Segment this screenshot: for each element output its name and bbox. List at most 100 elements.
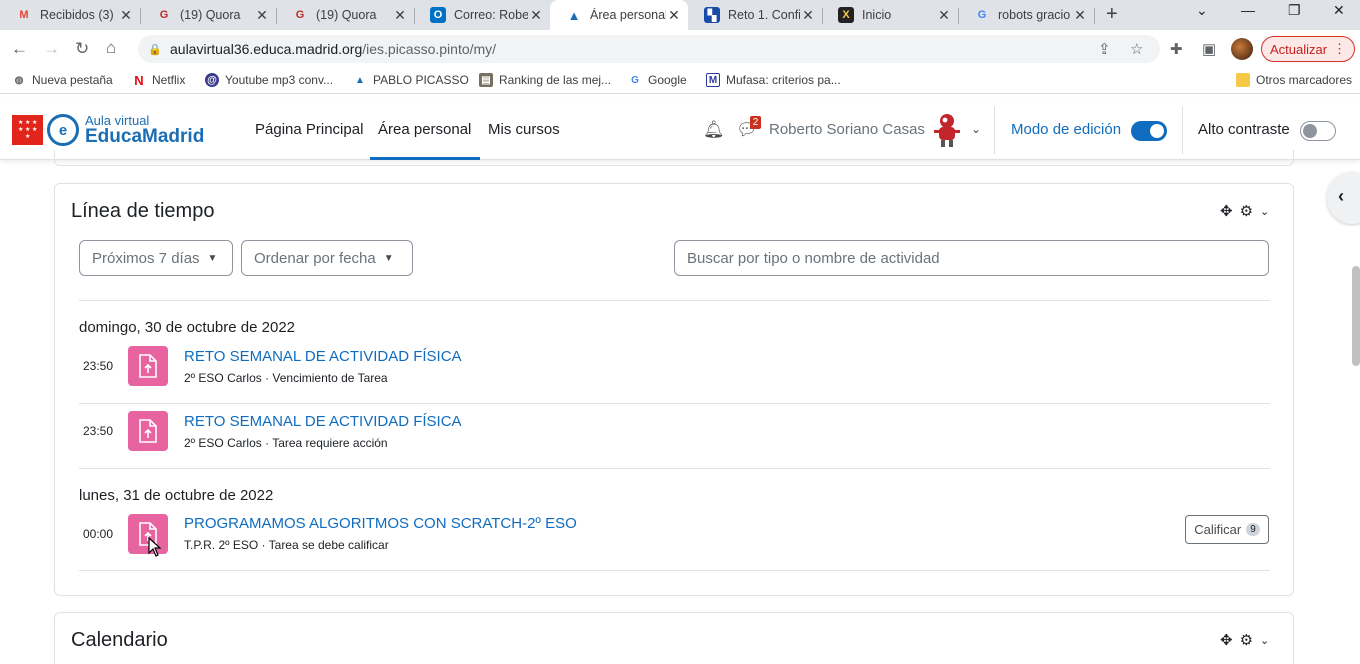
move-icon[interactable]: ✥: [1220, 202, 1233, 220]
browser-tab-inicio[interactable]: X Inicio ✕: [822, 0, 958, 30]
browser-tab-gmail[interactable]: M Recibidos (3) ✕: [0, 0, 140, 30]
globe-icon: ◍: [14, 74, 24, 86]
user-avatar[interactable]: [930, 111, 964, 149]
close-icon[interactable]: ✕: [666, 7, 682, 24]
bell-icon[interactable]: 🔔︎: [703, 120, 725, 140]
event-title-link[interactable]: RETO SEMANAL DE ACTIVIDAD FÍSICA: [184, 413, 462, 430]
bookmark-item[interactable]: @ Youtube mp3 conv...: [205, 73, 333, 87]
side-panel-icon[interactable]: ▣: [1202, 40, 1216, 58]
address-bar[interactable]: 🔒 aulavirtual36.educa.madrid.org/ies.pic…: [138, 35, 1160, 63]
update-label: Actualizar: [1269, 41, 1328, 57]
new-tab-plus-icon[interactable]: +: [1106, 3, 1118, 26]
messages-count-badge: 2: [750, 116, 761, 129]
browser-tab-outlook[interactable]: O Correo: Robert ✕: [414, 0, 550, 30]
date-heading: lunes, 31 de octubre de 2022: [79, 487, 274, 504]
close-icon[interactable]: ✕: [800, 7, 816, 24]
page-scrollbar[interactable]: [1352, 266, 1360, 366]
bookmark-label: Nueva pestaña: [32, 73, 113, 87]
timeline-sort-dropdown[interactable]: Ordenar por fecha ▼: [241, 240, 413, 276]
forward-arrow-icon[interactable]: →: [43, 39, 60, 59]
other-bookmarks[interactable]: Otros marcadores: [1236, 73, 1352, 87]
user-name[interactable]: Roberto Soriano Casas: [769, 121, 925, 138]
quora-icon: G: [295, 9, 305, 21]
event-time: 23:50: [83, 424, 114, 438]
window-close-icon[interactable]: ✕: [1333, 2, 1345, 19]
browser-tab-quora-1[interactable]: G (19) Quora ✕: [140, 0, 276, 30]
bookmark-label: PABLO PICASSO: [373, 73, 469, 87]
share-icon[interactable]: ⇪: [1098, 40, 1111, 58]
reload-icon[interactable]: ↻: [75, 39, 89, 59]
mouse-pointer-icon: [148, 537, 162, 557]
gmail-icon: M: [19, 9, 29, 21]
close-icon[interactable]: ✕: [118, 7, 134, 24]
event-time: 23:50: [83, 359, 114, 373]
edit-mode-toggle[interactable]: [1131, 121, 1167, 141]
close-icon[interactable]: ✕: [254, 7, 270, 24]
open-block-drawer-button[interactable]: ‹: [1327, 172, 1360, 224]
bookmark-item[interactable]: ◍ Nueva pestaña: [12, 73, 113, 87]
educamadrid-logo[interactable]: ★ ★ ★ ★ ★ ★ ★ e Aula virtual EducaMadrid: [12, 114, 204, 146]
timeline-title: Línea de tiempo: [71, 200, 215, 222]
close-icon[interactable]: ✕: [392, 7, 408, 24]
folder-icon: [1236, 73, 1250, 87]
browser-tab-area-personal[interactable]: ▲ Área personal ✕: [550, 0, 688, 30]
browser-tab-google[interactable]: G robots gracio ✕: [958, 0, 1094, 30]
bookmark-item[interactable]: ▤ Ranking de las mej...: [479, 73, 611, 87]
browser-tab-quora-2[interactable]: G (19) Quora ✕: [276, 0, 414, 30]
gear-icon[interactable]: ⚙: [1240, 202, 1253, 220]
nav-pagina-principal[interactable]: Página Principal: [255, 121, 363, 138]
bookmark-label: Mufasa: criterios pa...: [726, 73, 841, 87]
chevron-down-icon[interactable]: ⌄: [1260, 205, 1269, 218]
grade-count-badge: 9: [1246, 523, 1260, 536]
bookmark-item[interactable]: N Netflix: [132, 73, 185, 88]
update-browser-button[interactable]: Actualizar ⋮: [1261, 36, 1355, 62]
profile-avatar[interactable]: [1231, 38, 1253, 60]
close-icon[interactable]: ✕: [528, 7, 544, 24]
event-subtitle: T.P.R. 2º ESO · Tarea se debe calificar: [184, 538, 389, 552]
bookmark-star-icon[interactable]: ☆: [1130, 40, 1143, 58]
event-subtitle: 2º ESO Carlos · Vencimiento de Tarea: [184, 371, 388, 385]
google-icon: G: [977, 9, 987, 21]
chevron-left-icon: ‹: [1338, 186, 1344, 206]
bookmark-item[interactable]: M Mufasa: criterios pa...: [706, 73, 841, 87]
move-icon[interactable]: ✥: [1220, 631, 1233, 649]
nav-mis-cursos[interactable]: Mis cursos: [488, 121, 560, 138]
previous-block-edge: [54, 150, 1294, 166]
school-cap-icon: ▲: [355, 74, 365, 86]
event-title-link[interactable]: RETO SEMANAL DE ACTIVIDAD FÍSICA: [184, 348, 462, 365]
logo-text: Aula virtual EducaMadrid: [85, 114, 204, 146]
bookmark-item[interactable]: G Google: [628, 73, 687, 87]
high-contrast-label: Alto contraste: [1198, 121, 1290, 138]
divider: [79, 570, 1270, 571]
close-icon[interactable]: ✕: [1072, 7, 1088, 24]
event-title-link[interactable]: PROGRAMAMOS ALGORITMOS CON SCRATCH-2º ES…: [184, 515, 577, 532]
grade-button[interactable]: Calificar 9: [1185, 515, 1269, 544]
tab-title: robots gracio: [998, 8, 1071, 22]
caret-down-icon: ▼: [207, 252, 218, 264]
home-icon[interactable]: ⌂: [106, 38, 116, 58]
nav-area-personal[interactable]: Área personal: [378, 121, 471, 138]
timeline-filter-dropdown[interactable]: Próximos 7 días ▼: [79, 240, 233, 276]
timeline-search-input[interactable]: Buscar por tipo o nombre de actividad: [674, 240, 1269, 276]
mufasa-icon: M: [706, 73, 720, 87]
chevron-down-icon[interactable]: ⌄: [1260, 634, 1269, 647]
browser-tab-reto[interactable]: ▚ Reto 1. Config ✕: [688, 0, 822, 30]
tab-title: Inicio: [862, 8, 892, 22]
high-contrast-toggle[interactable]: [1300, 121, 1336, 141]
back-arrow-icon[interactable]: ←: [11, 39, 28, 59]
close-icon[interactable]: ✕: [936, 7, 952, 24]
bookmark-label: Ranking de las mej...: [499, 73, 612, 87]
lock-icon[interactable]: 🔒: [148, 43, 162, 56]
url-text: aulavirtual36.educa.madrid.org/ies.picas…: [170, 41, 496, 57]
timeline-block-controls: ✥ ⚙ ⌄: [1220, 202, 1269, 220]
bookmarks-bar: ◍ Nueva pestaña N Netflix @ Youtube mp3 …: [0, 68, 1360, 94]
restore-icon[interactable]: ❐: [1288, 2, 1301, 19]
extensions-puzzle-icon[interactable]: ✚: [1170, 40, 1183, 58]
minimize-icon[interactable]: —: [1241, 2, 1255, 18]
gear-icon[interactable]: ⚙: [1240, 631, 1253, 649]
chevron-down-icon[interactable]: ⌄: [971, 122, 981, 136]
x-logo-icon: X: [838, 7, 854, 23]
sort-label: Ordenar por fecha: [254, 249, 376, 267]
tab-search-chevron-icon[interactable]: ⌄: [1196, 2, 1208, 19]
bookmark-item[interactable]: ▲ PABLO PICASSO: [353, 73, 469, 87]
